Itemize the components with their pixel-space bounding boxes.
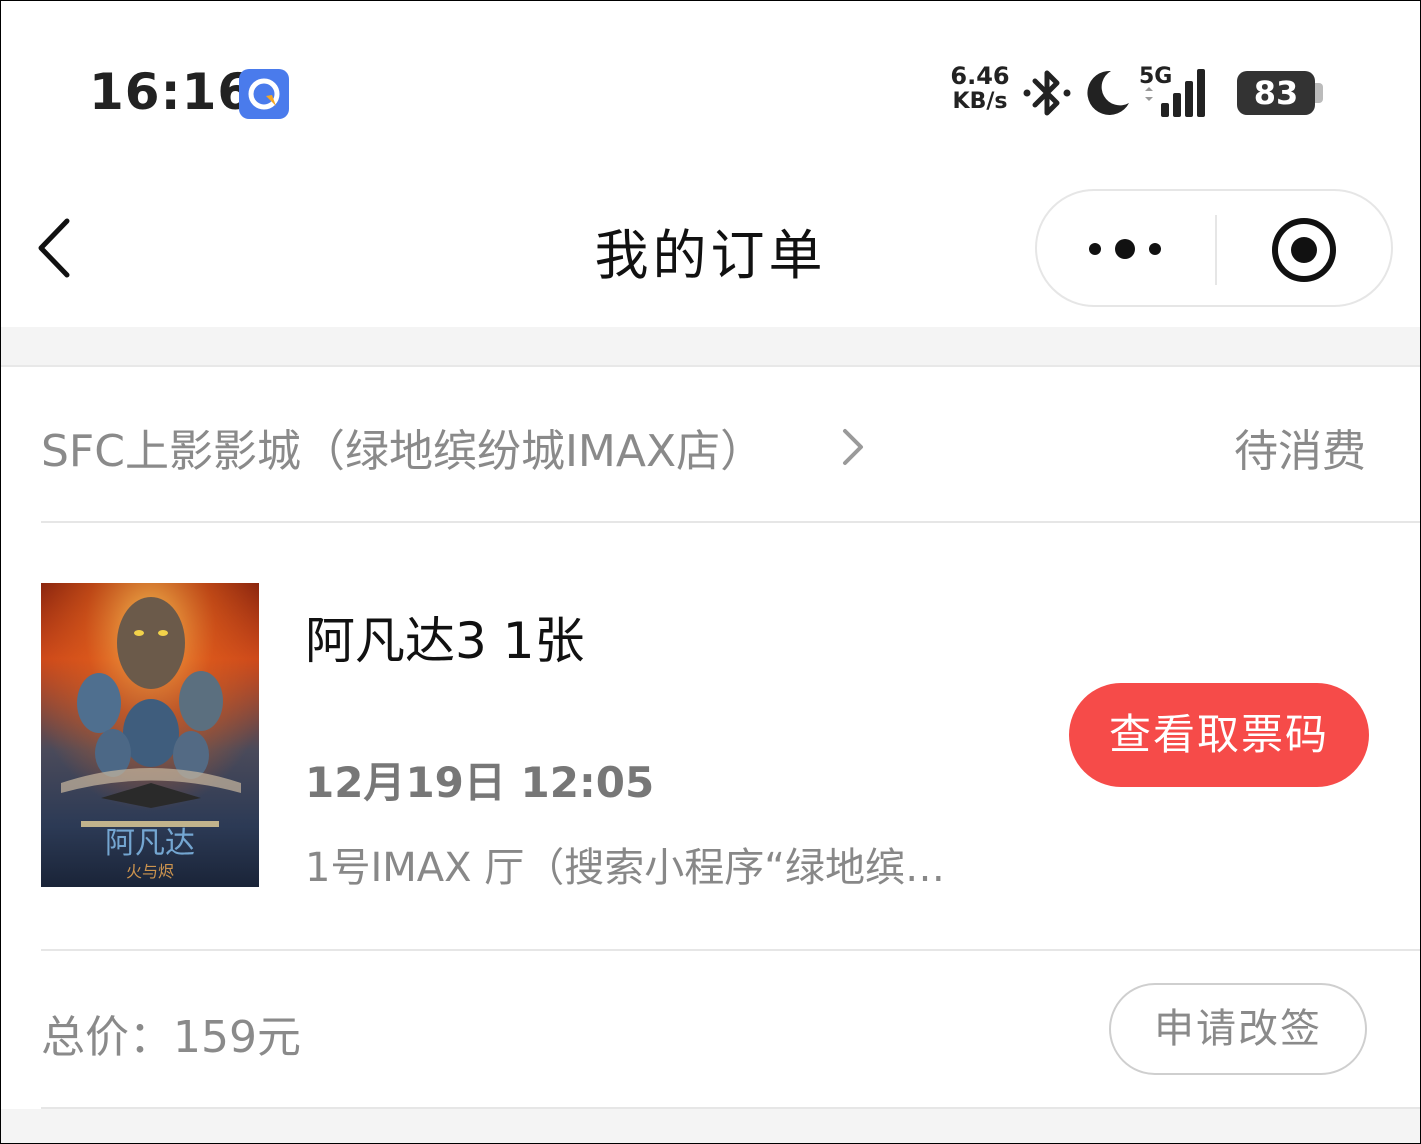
network-speed-value: 6.46 <box>950 62 1010 90</box>
cinema-row[interactable]: SFC上影影城（绿地缤纷城IMAX店） 待消费 <box>41 367 1420 523</box>
network-speed-unit: KB/s <box>952 89 1008 114</box>
signal-5g-icon: 5G <box>1139 63 1221 119</box>
movie-title: 阿凡达3 1张 <box>305 612 585 670</box>
miniprogram-capsule <box>1035 189 1393 307</box>
more-dots-icon[interactable] <box>1083 225 1167 273</box>
svg-text:火与烬: 火与烬 <box>126 862 174 881</box>
total-row: 总价：159元 申请改签 <box>41 951 1420 1109</box>
hall-info: 1号IMAX 厅（搜索小程序“绿地缤… <box>305 845 945 891</box>
nav-bar: 我的订单 <box>1 161 1420 327</box>
bluetooth-icon <box>1021 65 1073 121</box>
status-time: 16:16 <box>89 63 254 121</box>
svg-text:阿凡达: 阿凡达 <box>105 826 195 861</box>
chevron-right-icon[interactable] <box>839 423 869 471</box>
close-miniprogram-icon[interactable] <box>1269 215 1339 285</box>
order-status: 待消费 <box>1234 426 1366 477</box>
request-reschedule-button[interactable]: 申请改签 <box>1109 983 1367 1075</box>
capsule-divider <box>1215 215 1217 285</box>
moon-icon <box>1081 67 1133 119</box>
back-chevron-icon[interactable] <box>31 213 81 283</box>
battery-cap <box>1315 83 1323 103</box>
battery-level: 83 <box>1253 74 1299 112</box>
battery-icon: 83 <box>1237 71 1315 115</box>
navigation-app-icon <box>239 69 289 119</box>
movie-row[interactable]: 阿凡达 火与烬 阿凡达3 1张 12月19日 12:05 1号IMAX 厅（搜索… <box>41 523 1420 951</box>
bottom-separator <box>1 1109 1420 1143</box>
network-speed: 6.46 KB/s <box>947 63 1013 115</box>
section-separator <box>1 327 1420 367</box>
movie-poster: 阿凡达 火与烬 <box>41 583 259 887</box>
view-ticket-code-button[interactable]: 查看取票码 <box>1069 683 1369 787</box>
show-time: 12月19日 12:05 <box>305 758 655 807</box>
network-type-label: 5G <box>1139 64 1172 89</box>
total-price: 总价：159元 <box>41 1012 301 1063</box>
status-bar: 16:16 6.46 KB/s 5G 83 <box>1 1 1420 161</box>
order-card[interactable]: SFC上影影城（绿地缤纷城IMAX店） 待消费 阿凡达 火与烬 阿凡达3 1张 … <box>1 367 1420 1109</box>
cinema-name[interactable]: SFC上影影城（绿地缤纷城IMAX店） <box>41 415 764 479</box>
screen: 16:16 6.46 KB/s 5G 83 我的订单 SFC上影影城（绿地缤纷城… <box>0 0 1421 1144</box>
